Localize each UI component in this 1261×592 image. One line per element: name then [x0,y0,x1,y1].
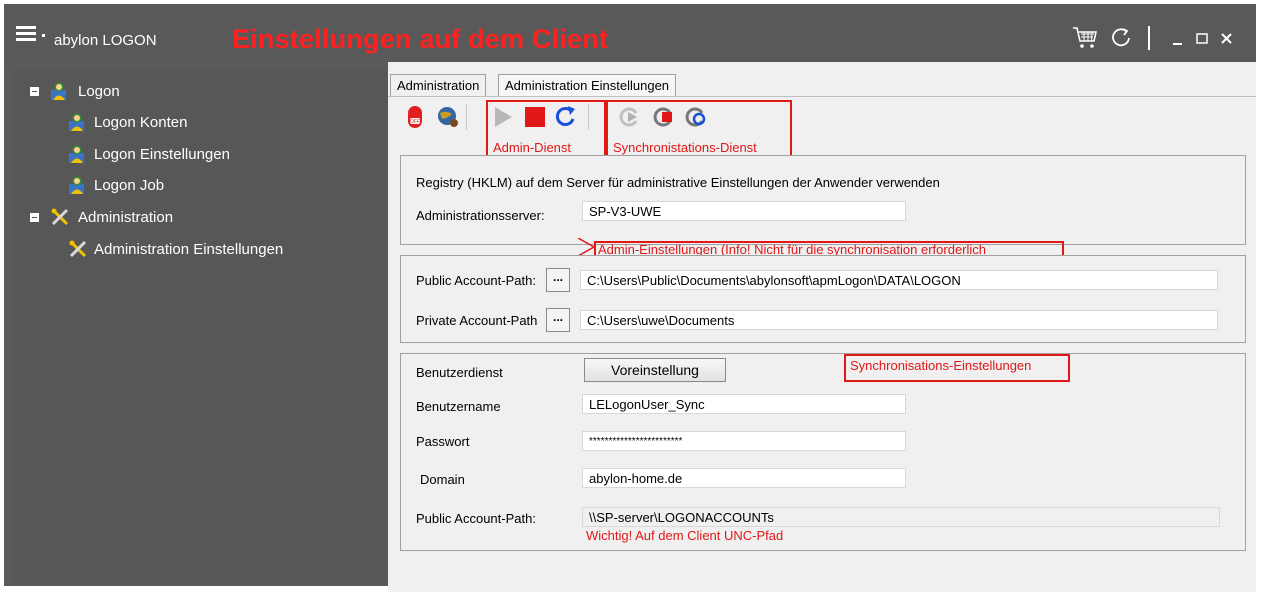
collapse-icon[interactable] [30,87,39,96]
registry-description: Registry (HKLM) auf dem Server für admin… [416,175,940,190]
default-settings-button[interactable]: Voreinstellung [584,358,726,382]
user-icon [68,144,88,164]
tab-underline [388,96,1256,97]
user-service-label: Benutzerdienst [416,365,503,380]
annotation-unc-path: Wichtig! Auf dem Client UNC-Pfad [586,528,784,543]
password-field[interactable]: ************************ [582,431,906,451]
password-label: Passwort [416,434,470,449]
minimize-icon[interactable] [1172,28,1184,53]
sync-public-path-label: Public Account-Path: [416,511,536,526]
username-field[interactable]: LELogonUser_Sync [582,394,906,414]
annotation-admin-service: Admin-Dienst [493,140,572,155]
tab-administration[interactable]: Administration [390,74,487,97]
admin-server-label: Administrationsserver: [416,208,545,223]
private-account-path-label: Private Account-Path [416,313,538,328]
cart-icon[interactable] [1072,26,1098,55]
user-icon [50,81,70,101]
tree-item-label: Logon [78,83,120,100]
collapse-icon[interactable] [30,213,39,222]
tab-administration-einstellungen[interactable]: Administration Einstellungen [498,74,677,97]
app-title: abylon LOGON [54,32,157,49]
registry-group [400,155,1246,245]
admin-server-field[interactable]: SP-V3-UWE [582,201,906,221]
public-path-browse-button[interactable]: ... [546,268,570,292]
private-account-path-field[interactable]: C:\Users\uwe\Documents [580,310,1218,330]
content-panel: Administration Administration Einstellun… [388,62,1256,592]
sync-public-path-field[interactable]: \\SP-server\LOGONACCOUNTs [582,507,1220,527]
tree-item-label: Logon Einstellungen [94,146,230,163]
title-bar: abylon LOGON Einstellungen auf dem Clien… [4,4,1256,62]
menu-icon[interactable] [16,26,36,42]
refresh-icon[interactable] [1110,27,1132,54]
annotation-title: Einstellungen auf dem Client [232,24,609,54]
svg-text:OFF: OFF [410,119,420,125]
annotation-sync-settings: Synchronisations-Einstellungen [850,358,1032,373]
domain-label: Domain [420,472,465,487]
maximize-icon[interactable] [1196,32,1210,51]
public-account-path-field[interactable]: C:\Users\Public\Documents\abylonsoft\apm… [580,270,1218,290]
tree-item-label: Administration [78,209,174,226]
tools-icon [50,207,70,227]
user-icon [68,112,88,132]
app-window: abylon LOGON Einstellungen auf dem Clien… [4,4,1256,592]
power-off-icon[interactable]: OFF [404,104,430,130]
tree-item-label: Administration Einstellungen [94,241,284,258]
private-path-browse-button[interactable]: ... [546,308,570,332]
menu-dropdown-dot [42,34,45,37]
toolbar-separator [466,104,467,130]
tools-icon [68,239,88,259]
network-globe-icon[interactable] [434,104,460,130]
titlebar-divider [1148,26,1150,50]
tree-item-label: Logon Job [94,177,165,194]
public-account-path-label: Public Account-Path: [416,273,536,288]
tree-item-label: Logon Konten [94,114,188,131]
annotation-sync-service: Synchronistations-Dienst [613,140,757,155]
domain-field[interactable]: abylon-home.de [582,468,906,488]
username-label: Benutzername [416,399,501,414]
close-icon[interactable] [1220,32,1234,51]
user-icon [68,175,88,195]
navigation-tree: Logon Logon Konten Logon Einstellungen L… [12,70,388,584]
